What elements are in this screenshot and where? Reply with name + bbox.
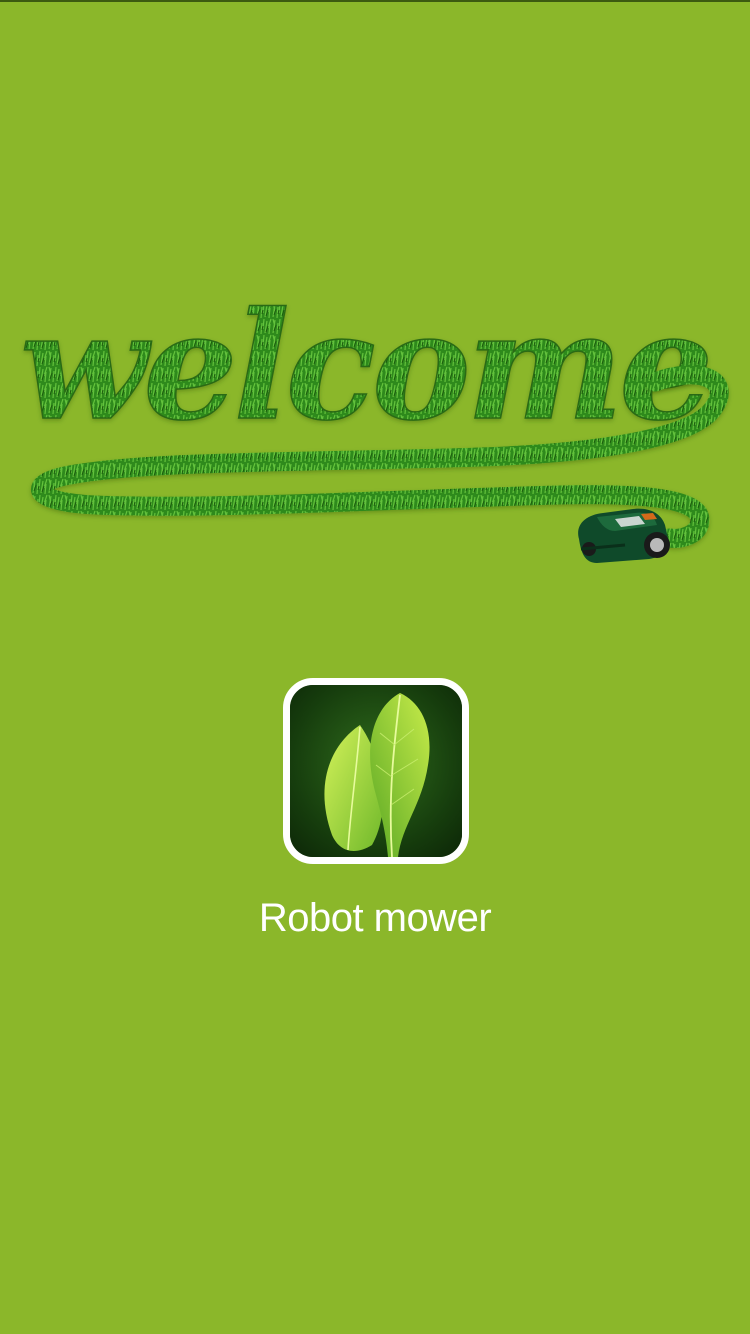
app-name-label: Robot mower <box>258 896 492 940</box>
splash-screen: welcome Robot mower <box>0 0 750 1334</box>
grass-welcome-lettering-icon: welcome <box>19 278 729 548</box>
status-bar-edge <box>0 0 750 2</box>
leaf-app-icon[interactable] <box>283 678 469 864</box>
welcome-text: welcome <box>20 279 709 453</box>
robot-mower-icon <box>578 508 670 563</box>
welcome-banner: welcome <box>19 278 729 563</box>
